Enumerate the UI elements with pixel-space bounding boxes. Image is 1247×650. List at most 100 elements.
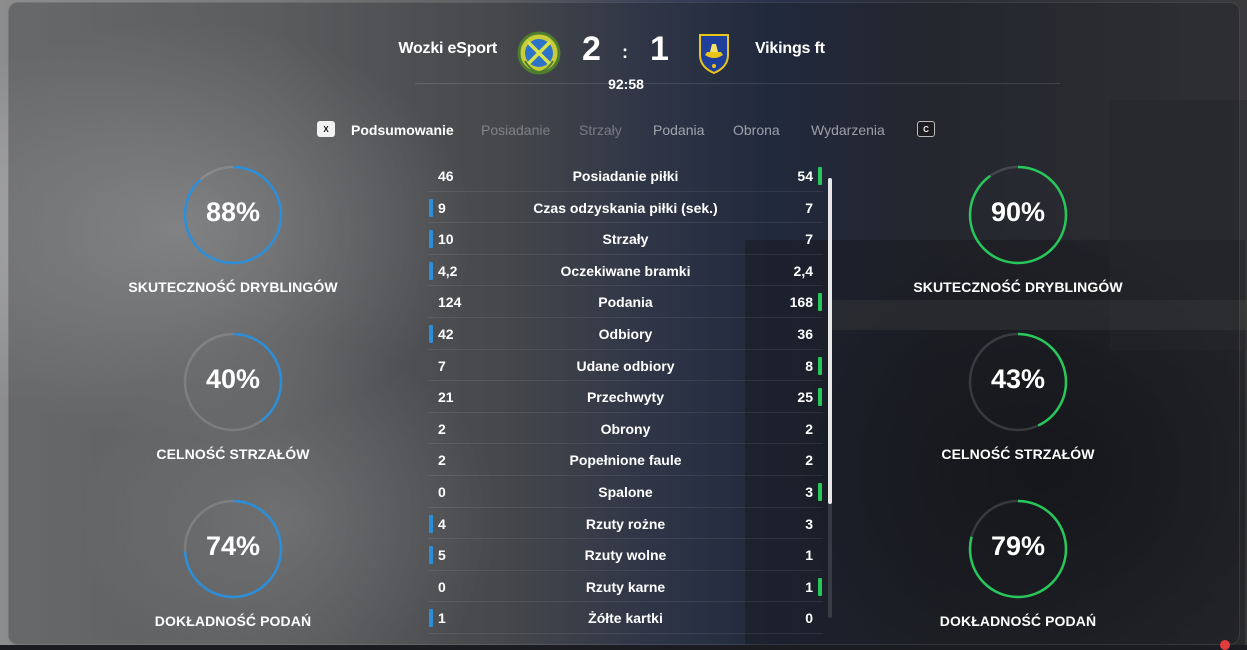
away-pass-accuracy-ring: 79% DOKŁADNOŚĆ PODAŃ (888, 497, 1148, 629)
home-stat-value: 0 (438, 484, 446, 500)
home-lead-marker (429, 325, 433, 343)
home-stat-value: 124 (438, 294, 462, 311)
home-stat-value: 0 (438, 578, 446, 595)
next-tab-key-hint[interactable]: C (917, 121, 935, 137)
away-dribbling-ring: 90% SKUTECZNOŚĆ DRYBLINGÓW (888, 163, 1148, 295)
stat-name: Oczekiwane bramki (560, 262, 691, 279)
ring-label: SKUTECZNOŚĆ DRYBLINGÓW (913, 279, 1123, 295)
away-stat-value: 168 (789, 294, 813, 311)
home-lead-marker (429, 609, 433, 628)
away-stat-value: 1 (805, 547, 813, 564)
away-team-name: Vikings ft (755, 40, 825, 57)
stat-name: Posiadanie piłki (572, 168, 679, 184)
home-dribbling-ring: 88% SKUTECZNOŚĆ DRYBLINGÓW (103, 163, 363, 295)
away-stat-value: 54 (797, 168, 813, 184)
stat-row: 0 Rzuty karne 1 (428, 571, 823, 603)
ring-value: 74% (205, 531, 261, 561)
stat-name: Popełnione faule (569, 452, 682, 469)
stat-row: 7 Udane odbiory 8 (428, 350, 823, 382)
away-stat-value: 2 (805, 420, 813, 437)
stat-row: 21 Przechwyty 25 (428, 381, 823, 413)
home-team-name: Wozki eSport (398, 40, 497, 57)
home-stat-value: 21 (438, 389, 454, 406)
tab-podania[interactable]: Podania (653, 122, 704, 138)
away-score: 1 (650, 30, 669, 68)
ring-value: 40% (205, 364, 261, 394)
stats-scrollbar-thumb[interactable] (828, 178, 832, 504)
away-stat-value: 25 (797, 389, 813, 406)
stats-table[interactable]: 46 Posiadanie piłki 54 9 Czas odzyskania pił… (428, 160, 828, 645)
away-stat-value: 0 (805, 610, 813, 627)
tab-strzaly[interactable]: Strzały (579, 122, 622, 138)
stat-name: Strzały (602, 231, 649, 248)
away-stat-value: 7 (805, 231, 813, 248)
viking-ship-shield-icon (692, 31, 736, 75)
home-stat-value: 5 (438, 547, 446, 564)
stat-row: 4,2 Oczekiwane bramki 2,4 (428, 255, 823, 287)
ring-label: DOKŁADNOŚĆ PODAŃ (154, 613, 312, 629)
home-stat-value: 4 (438, 515, 446, 532)
stat-name: Przechwyty (586, 389, 665, 406)
ring-value: 88% (205, 197, 261, 227)
ring-label: CELNOŚĆ STRZAŁÓW (156, 446, 310, 462)
ring-label: CELNOŚĆ STRZAŁÓW (941, 446, 1095, 462)
home-lead-marker (429, 261, 433, 280)
ring-value: 90% (990, 197, 1046, 227)
away-stat-value: 3 (805, 515, 813, 532)
away-stat-value: 8 (805, 357, 813, 374)
away-stat-value: 1 (805, 578, 813, 595)
crossed-sticks-shield-icon (517, 31, 561, 75)
notification-dot (1220, 640, 1230, 650)
ring-label: SKUTECZNOŚĆ DRYBLINGÓW (128, 279, 338, 295)
home-lead-marker (429, 198, 433, 217)
away-stat-value: 7 (805, 199, 813, 216)
match-clock: 92:58 (608, 76, 644, 92)
tab-posiadanie[interactable]: Posiadanie (481, 122, 550, 138)
away-stat-value: 36 (797, 326, 813, 342)
home-score: 2 (582, 30, 601, 68)
home-stat-value: 4,2 (438, 262, 458, 279)
stat-name: Podania (598, 294, 653, 311)
tab-wydarzenia[interactable]: Wydarzenia (811, 122, 885, 138)
away-stat-value: 2 (805, 452, 813, 469)
home-stat-value: 42 (438, 326, 454, 342)
ring-value: 43% (990, 364, 1046, 394)
home-lead-marker (429, 230, 433, 249)
stat-name: Odbiory (598, 326, 653, 342)
home-pass-accuracy-ring: 74% DOKŁADNOŚĆ PODAŃ (103, 497, 363, 629)
away-stat-value: 2,4 (793, 262, 813, 279)
away-lead-marker (818, 388, 822, 407)
stat-row: 124 Podania 168 (428, 286, 823, 318)
prev-tab-key-hint[interactable]: X (317, 121, 335, 137)
away-lead-marker (818, 577, 822, 596)
home-stat-value: 2 (438, 452, 446, 469)
tab-podsumowanie[interactable]: Podsumowanie (351, 122, 454, 138)
away-shot-accuracy-ring: 43% CELNOŚĆ STRZAŁÓW (888, 330, 1148, 462)
score-separator: : (622, 42, 628, 62)
ring-value: 79% (990, 531, 1046, 561)
stat-name: Spalone (598, 484, 653, 500)
tab-obrona[interactable]: Obrona (733, 122, 780, 138)
match-stats-screen: Wozki eSport 2 : 1 Vikings ft 92:58 X Po… (0, 0, 1247, 650)
stat-row: 42 Odbiory 36 (428, 318, 823, 350)
away-lead-marker (818, 356, 822, 375)
stat-row: 46 Posiadanie piłki 54 (428, 160, 823, 192)
stat-name: Rzuty wolne (584, 547, 667, 564)
home-stat-value: 7 (438, 357, 446, 374)
stat-name: Czas odzyskania piłki (sek.) (533, 199, 718, 216)
stat-row: 10 Strzały 7 (428, 223, 823, 255)
stat-row: 5 Rzuty wolne 1 (428, 539, 823, 571)
home-stat-value: 2 (438, 420, 446, 437)
home-stat-value: 46 (438, 168, 454, 184)
home-stat-value: 1 (438, 610, 446, 627)
home-stat-value: 10 (438, 231, 454, 248)
home-shot-accuracy-ring: 40% CELNOŚĆ STRZAŁÓW (103, 330, 363, 462)
stat-row: 1 Żółte kartki 0 (428, 602, 823, 634)
stat-name: Obrony (600, 420, 651, 437)
away-stat-value: 3 (805, 484, 813, 500)
header-divider (415, 83, 1060, 84)
home-lead-marker (429, 514, 433, 533)
away-lead-marker (818, 483, 822, 501)
stat-name: Żółte kartki (588, 610, 663, 627)
home-lead-marker (429, 546, 433, 565)
